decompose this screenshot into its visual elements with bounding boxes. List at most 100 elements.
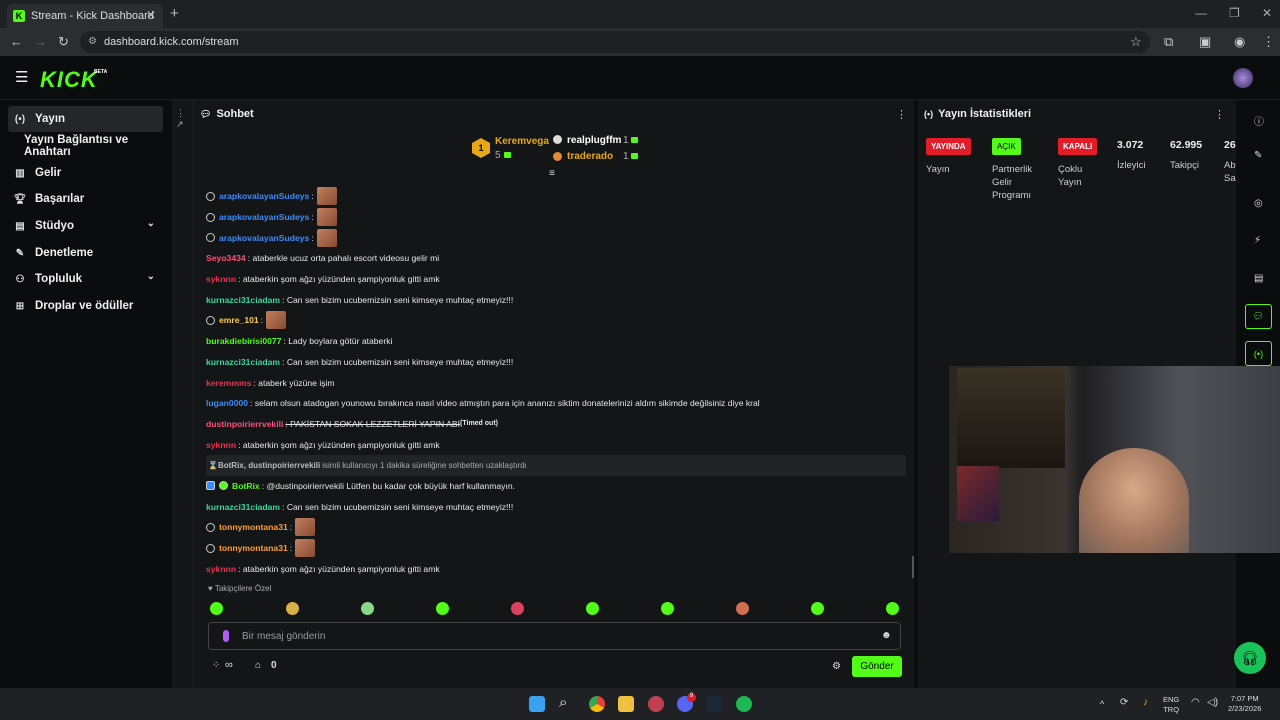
chat-username[interactable]: dustinpoirierrvekili	[206, 419, 283, 429]
chat-message: dustinpoirierrvekili: PAKİSTAN SOKAK LEZ…	[206, 414, 906, 435]
tray-overflow-icon[interactable]: ^	[1100, 699, 1104, 709]
microphone-icon[interactable]	[223, 630, 229, 642]
browser-menu-icon[interactable]: ⋮	[1262, 34, 1275, 50]
browser-tab[interactable]: K Stream - Kick Dashboard ✕	[7, 4, 163, 28]
profile-icon[interactable]: ◉	[1234, 34, 1245, 50]
emote-icon[interactable]	[736, 602, 749, 615]
kick-logo[interactable]: KICK	[40, 67, 98, 93]
leader-name[interactable]: traderado	[567, 151, 613, 162]
volume-icon[interactable]: ◁)	[1207, 698, 1218, 708]
windows-start-icon[interactable]	[529, 696, 545, 712]
chrome-icon[interactable]	[589, 696, 605, 712]
emote-icon[interactable]	[586, 602, 599, 615]
emote-icon[interactable]	[511, 602, 524, 615]
chat-username[interactable]: Seyo3434	[206, 253, 246, 263]
leader-name[interactable]: realplugffm	[567, 135, 621, 146]
send-button[interactable]: Gönder	[852, 656, 902, 677]
sidebar-item-gelir[interactable]: ▥ Gelir	[8, 160, 163, 186]
stats-more-icon[interactable]: ⋮	[1214, 108, 1225, 121]
hamburger-menu-icon[interactable]: ☰	[15, 68, 28, 86]
panel-resize-gutter[interactable]: ⋮ ↗	[172, 100, 194, 688]
chat-more-icon[interactable]: ⋮	[896, 108, 907, 121]
sidebar-item-yayin[interactable]: (•) Yayın	[8, 106, 163, 132]
bookmark-star-icon[interactable]: ☆	[1130, 34, 1142, 50]
notes-icon[interactable]: ▤	[1254, 273, 1263, 284]
emote-icon[interactable]	[436, 602, 449, 615]
microphone-tray-icon[interactable]: ♪	[1143, 698, 1148, 708]
chat-username[interactable]: tonnymontana31	[219, 543, 288, 553]
url-input[interactable]: ⚙ dashboard.kick.com/stream	[80, 31, 1150, 53]
file-explorer-icon[interactable]	[618, 696, 634, 712]
chat-username[interactable]: kurnazci31ciadam	[206, 357, 280, 367]
leader-name[interactable]: Keremvega	[495, 136, 549, 147]
chat-username[interactable]: arapkovalayanSudeys	[219, 191, 309, 201]
back-icon[interactable]: ←	[10, 34, 23, 49]
chat-settings-gear-icon[interactable]: ⚙	[832, 661, 841, 672]
chat-username[interactable]: tonnymontana31	[219, 522, 288, 532]
emote-icon[interactable]	[811, 602, 824, 615]
sidebar-item-denetleme[interactable]: ✎ Denetleme	[8, 240, 163, 266]
chat-scrollbar[interactable]	[912, 556, 914, 578]
chat-text: : ataberkin şom ağzı yüzünden şampiyonlu…	[238, 563, 440, 574]
app-icon[interactable]	[648, 696, 664, 712]
chat-username[interactable]: syknnn	[206, 440, 236, 450]
wifi-icon[interactable]: ◠	[1191, 698, 1200, 708]
extensions-icon[interactable]: ⧉	[1164, 34, 1173, 50]
chat-username[interactable]: arapkovalayanSudeys	[219, 212, 309, 222]
chat-username[interactable]: syknnn	[206, 274, 236, 284]
forward-icon[interactable]: →	[34, 34, 47, 49]
chat-username[interactable]: BotRix, dustinpoirierrvekili	[218, 461, 320, 470]
reload-icon[interactable]: ↻	[58, 34, 69, 50]
sidebar-item-stream-key[interactable]: Yayın Bağlantısı ve Anahtarı	[8, 133, 176, 159]
sidepanel-icon[interactable]: ▣	[1199, 34, 1211, 50]
collapse-leaderboard-icon[interactable]: ≡	[549, 168, 555, 179]
lightning-icon[interactable]: ⚡︎	[1254, 235, 1261, 246]
tray-app-icon[interactable]: ⟳	[1120, 698, 1128, 708]
emote-icon[interactable]	[361, 602, 374, 615]
site-info-icon[interactable]: ⚙	[88, 36, 97, 47]
store-icon[interactable]: ⌂	[255, 660, 261, 671]
close-window-icon[interactable]: ✕	[1262, 6, 1272, 20]
sidebar-item-topluluk[interactable]: ⚇ Topluluk ⌄	[8, 266, 163, 292]
chat-message-input[interactable]: Bir mesaj gönderin ☻	[208, 622, 901, 650]
sidebar-item-basarilar[interactable]: 🏆︎ Başarılar	[8, 186, 163, 212]
chat-text: : ataberkle ucuz orta pahalı escort vide…	[247, 253, 440, 264]
chat-username[interactable]: keremmms	[206, 378, 251, 388]
new-tab-icon[interactable]: +	[170, 5, 179, 22]
clock[interactable]: 7:07 PM 2/23/2026	[1228, 694, 1261, 714]
chat-username[interactable]: emre_101	[219, 315, 259, 325]
chat-username[interactable]: BotRix	[232, 481, 260, 491]
chat-panel-toggle-icon[interactable]: 💬︎	[1245, 304, 1272, 329]
spotify-icon[interactable]	[736, 696, 752, 712]
emote-icon[interactable]	[661, 602, 674, 615]
minimize-icon[interactable]: —	[1195, 6, 1207, 20]
chat-username[interactable]: syknnn	[206, 564, 236, 574]
chat-username[interactable]: lugan0000	[206, 398, 248, 408]
camera-icon[interactable]: ◎	[1254, 198, 1263, 209]
drag-handle-icon[interactable]: ⋮ ↗	[176, 108, 193, 130]
chat-text: isimli kullanıcıyı 1 dakika süreliğine s…	[322, 460, 527, 470]
support-chat-button[interactable]: 🎧︎	[1234, 642, 1266, 674]
user-avatar[interactable]	[1233, 68, 1253, 88]
emote-icon[interactable]	[210, 602, 223, 615]
search-icon[interactable]: ⌕	[559, 694, 575, 711]
emote-icon[interactable]	[886, 602, 899, 615]
emote-icon[interactable]	[286, 602, 299, 615]
chat-username[interactable]: kurnazci31ciadam	[206, 502, 280, 512]
broadcast-panel-toggle-icon[interactable]: (•)	[1245, 341, 1272, 366]
language-indicator[interactable]: ENG TRQ	[1163, 695, 1179, 715]
sidebar-item-droplar[interactable]: ⊞ Droplar ve ödüller	[8, 293, 163, 319]
steam-icon[interactable]	[706, 696, 722, 712]
chat-emote-image	[295, 539, 316, 558]
emoji-picker-icon[interactable]: ☻	[881, 630, 892, 641]
sidebar-item-studyo[interactable]: ▤ Stüdyo ⌄	[8, 213, 163, 239]
channel-points-icon[interactable]: ⁘	[212, 660, 220, 671]
edit-icon[interactable]: ✎	[1254, 150, 1262, 161]
chat-username[interactable]: kurnazci31ciadam	[206, 295, 280, 305]
subscriber-badge-icon	[206, 191, 215, 201]
chat-username[interactable]: arapkovalayanSudeys	[219, 233, 309, 243]
info-icon[interactable]: ⓘ	[1254, 113, 1264, 128]
chat-username[interactable]: burakdiebirisi0077	[206, 336, 281, 346]
maximize-icon[interactable]: ❐	[1229, 6, 1240, 20]
close-tab-icon[interactable]: ✕	[146, 8, 156, 22]
